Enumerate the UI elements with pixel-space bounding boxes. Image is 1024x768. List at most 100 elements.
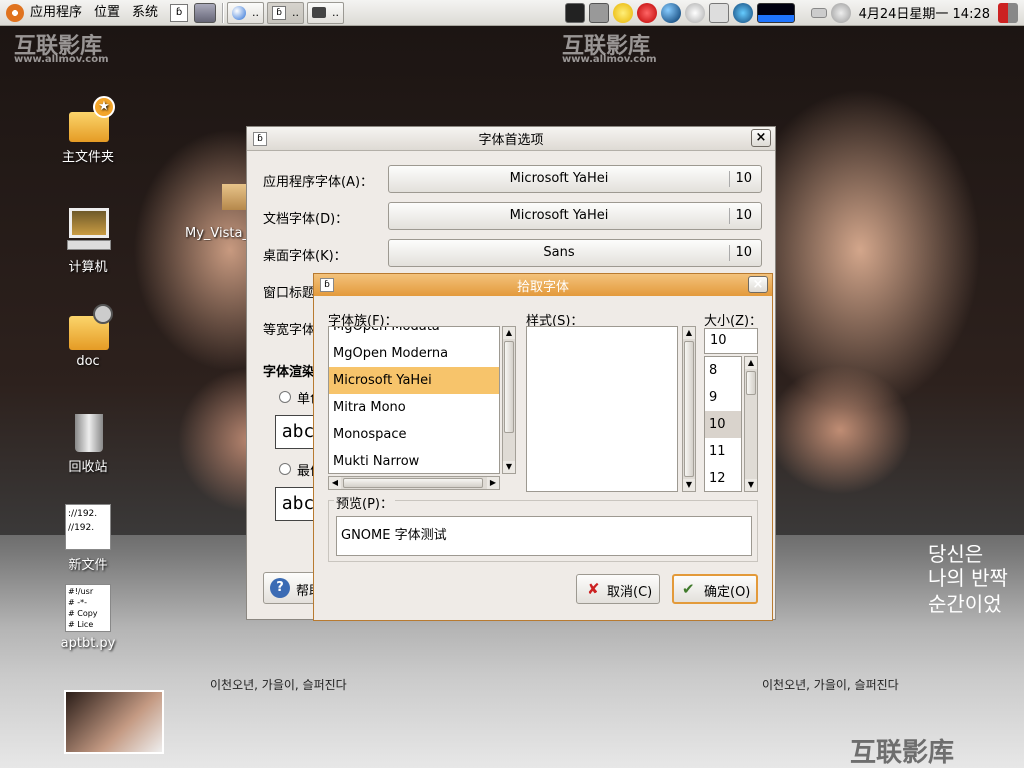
opera-icon[interactable] — [636, 2, 657, 23]
task-button-screenshot[interactable]: .. — [307, 1, 345, 24]
list-item[interactable]: Mukti Narrow — [329, 448, 499, 473]
text-file-icon: ://192. //192. — [65, 504, 111, 550]
menu-system[interactable]: 系统 — [126, 0, 164, 26]
desktop-icon-new-file[interactable]: ://192. //192. 新文件 — [48, 504, 128, 573]
task-button-browser[interactable]: .. — [227, 1, 265, 24]
scroll-down-icon[interactable]: ▼ — [683, 479, 695, 491]
label-window-title-font: 窗口标题 — [263, 286, 316, 301]
list-item[interactable]: 8 — [705, 357, 741, 384]
radio-monochrome[interactable] — [279, 391, 291, 403]
desktop-icon-my-vista[interactable]: My_Vista_ — [178, 176, 248, 241]
scroll-thumb[interactable] — [684, 341, 694, 477]
task-button-font-prefs[interactable]: ɓ.. — [267, 1, 305, 24]
label-doc-font: 文档字体(D)： — [263, 212, 349, 227]
list-item[interactable]: 9 — [705, 384, 741, 411]
list-item-selected[interactable]: 10 — [705, 411, 741, 438]
poster-caption-right: 이천오년, 가을이, 슬퍼진다 — [762, 678, 899, 692]
size-list[interactable]: 8 9 10 11 12 — [704, 356, 742, 492]
list-item[interactable]: 12 — [705, 465, 741, 491]
label-desktop-font: 桌面字体(K)： — [263, 249, 347, 264]
system-monitor-icon[interactable] — [756, 2, 795, 23]
desktop-icon-home[interactable]: ★ 主文件夹 — [48, 96, 128, 165]
font-icon: ɓ — [272, 5, 287, 20]
list-item[interactable]: MgOpen Moderna — [329, 340, 499, 367]
document-font-button[interactable]: Microsoft YaHei 10 — [388, 202, 762, 230]
watermark-url-right: www.allmov.com — [562, 54, 657, 65]
panel-separator — [222, 2, 225, 23]
family-hscroll[interactable]: ◀ ▶ — [328, 476, 500, 490]
scroll-up-icon[interactable]: ▲ — [503, 327, 515, 339]
scroll-down-icon[interactable]: ▼ — [503, 461, 515, 473]
label-monospace-font: 等宽字体 — [263, 323, 316, 338]
rendering-heading: 字体渲染 — [263, 365, 316, 380]
eject-icon[interactable] — [810, 7, 827, 18]
computer-icon — [65, 206, 111, 252]
desktop-font-button[interactable]: Sans 10 — [388, 239, 762, 267]
size-input[interactable]: 10 — [704, 328, 758, 354]
ubuntu-logo-icon[interactable] — [6, 3, 24, 22]
help-button[interactable]: ? 帮助 — [263, 572, 319, 604]
scroll-down-icon[interactable]: ▼ — [745, 479, 757, 491]
watermark-bottom: 互联影库 — [850, 738, 955, 768]
cancel-button[interactable]: ✘ 取消(C) — [576, 574, 660, 604]
help-icon: ? — [270, 578, 290, 598]
logout-icon[interactable] — [998, 2, 1018, 23]
radio-best[interactable] — [279, 463, 291, 475]
size-vscroll[interactable]: ▲ ▼ — [744, 356, 758, 492]
ok-button[interactable]: ✔ 确定(O) — [672, 574, 758, 604]
screenshot-thumbnail[interactable] — [64, 690, 164, 754]
style-vscroll[interactable]: ▲ ▼ — [682, 326, 696, 492]
desktop-icon-computer[interactable]: 计算机 — [48, 206, 128, 275]
scroll-thumb[interactable] — [504, 341, 514, 433]
list-item[interactable]: Mitra Mono — [329, 394, 499, 421]
desktop-icon-trash[interactable]: 回收站 — [48, 406, 128, 475]
menu-applications[interactable]: 应用程序 — [24, 0, 88, 26]
preview-text-input[interactable]: GNOME 字体测试 — [336, 516, 752, 556]
settings-icon[interactable] — [684, 2, 705, 23]
clock-label[interactable]: 4月24日星期一 14:28 — [853, 3, 996, 22]
scroll-thumb[interactable] — [746, 371, 756, 395]
cancel-x-icon: ✘ — [587, 580, 600, 598]
list-item[interactable]: Monospace — [329, 421, 499, 448]
desktop-icon-aptbt[interactable]: #!/usr # -*- # Copy # Lice aptbt.py — [48, 584, 128, 651]
family-list[interactable]: MgOpen Modata MgOpen Moderna Microsoft Y… — [328, 326, 500, 474]
menu-places[interactable]: 位置 — [88, 0, 126, 26]
size-label: 大小(Z)： — [704, 314, 763, 329]
calculator-icon[interactable] — [708, 2, 729, 23]
monitor-icon[interactable] — [588, 2, 609, 23]
poster-caption-left: 이천오년, 가을이, 슬퍼진다 — [210, 678, 347, 692]
list-item[interactable]: MgOpen Modata — [329, 327, 499, 340]
close-icon[interactable]: × — [751, 129, 771, 147]
font-picker-dialog: ɓ 拾取字体 × 字体族(F)： 样式(S)： 大小(Z)： MgOpen Mo… — [313, 273, 773, 621]
qq-icon[interactable] — [732, 2, 753, 23]
terminal-icon[interactable] — [564, 2, 585, 23]
poster-korean-3: 순간이었 — [928, 592, 1002, 616]
earth-icon[interactable] — [660, 2, 681, 23]
preview-label: 预览(P)： — [334, 493, 395, 512]
lightbulb-icon[interactable] — [612, 2, 633, 23]
close-icon[interactable]: × — [748, 276, 768, 293]
home-folder-icon: ★ — [65, 96, 115, 142]
list-item[interactable]: 11 — [705, 438, 741, 465]
prefs-title: 字体首选项 — [478, 133, 544, 148]
family-vscroll[interactable]: ▲ ▼ — [502, 326, 516, 474]
camera-icon — [312, 7, 327, 18]
script-file-icon: #!/usr # -*- # Copy # Lice — [65, 584, 111, 632]
scroll-left-icon[interactable]: ◀ — [329, 477, 341, 489]
video-folder-icon — [65, 304, 113, 350]
list-item-selected[interactable]: Microsoft YaHei — [329, 367, 499, 394]
style-list[interactable] — [526, 326, 678, 492]
trash-icon — [65, 406, 111, 452]
font-app-launcher-icon[interactable]: ɓ — [170, 3, 189, 22]
scroll-thumb[interactable] — [343, 478, 483, 488]
picker-titlebar[interactable]: ɓ 拾取字体 × — [314, 274, 772, 296]
app-font-button[interactable]: Microsoft YaHei 10 — [388, 165, 762, 193]
prefs-titlebar[interactable]: ɓ 字体首选项 × — [247, 127, 775, 151]
desktop-icon-doc[interactable]: doc — [48, 304, 128, 369]
show-desktop-icon[interactable] — [194, 2, 217, 23]
scroll-right-icon[interactable]: ▶ — [487, 477, 499, 489]
scroll-up-icon[interactable]: ▲ — [745, 357, 757, 369]
volume-icon[interactable] — [830, 2, 851, 23]
ok-check-icon: ✔ — [682, 580, 695, 598]
scroll-up-icon[interactable]: ▲ — [683, 327, 695, 339]
